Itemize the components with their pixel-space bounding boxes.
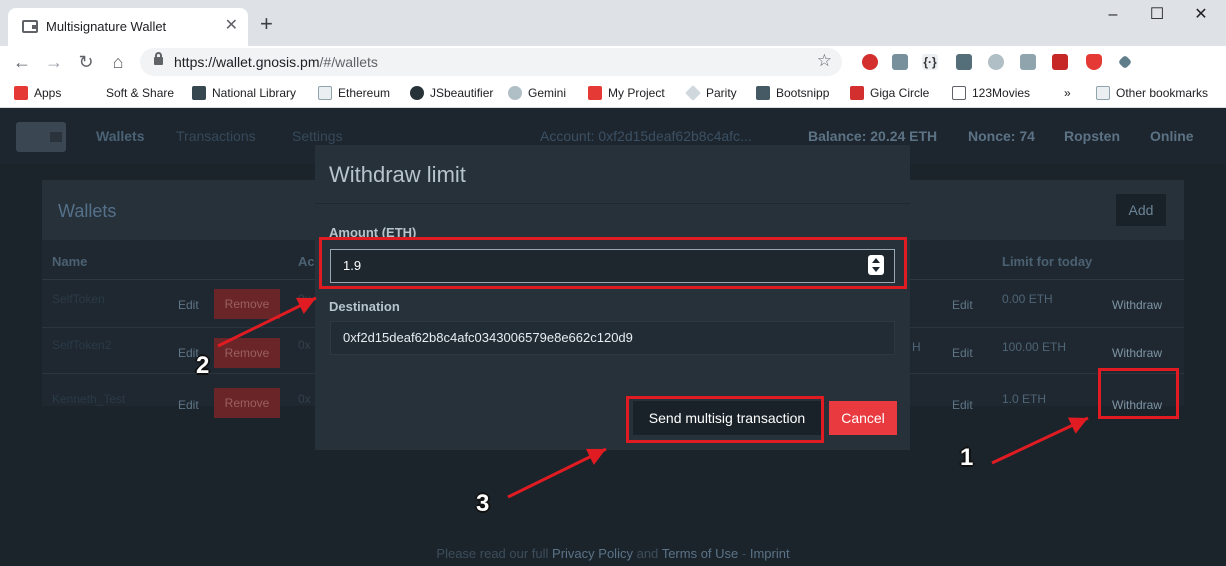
step-number-1: 1 [960,444,974,471]
arrow-to-withdraw [991,416,1089,465]
arrow-to-amount [217,296,317,348]
arrow-to-send [507,447,607,499]
step-number-2: 2 [196,352,210,379]
annotation-arrows [217,296,1089,499]
step-number-3: 3 [476,490,490,517]
